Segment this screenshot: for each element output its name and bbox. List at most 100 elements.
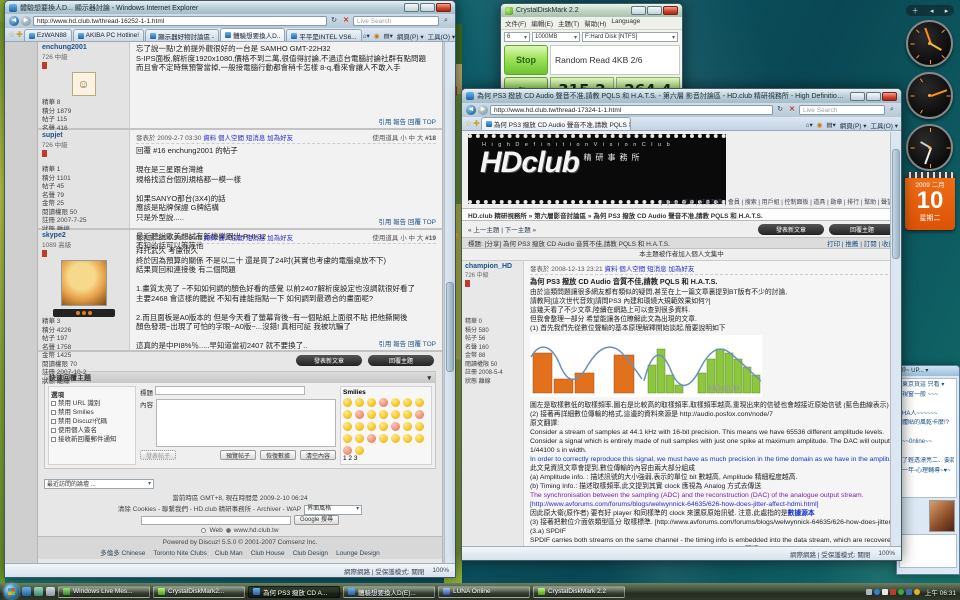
bg-scrollbar[interactable] [444, 42, 455, 563]
smiley-icon[interactable]: ☺ [379, 434, 388, 443]
smiley-icon[interactable]: ☺ [403, 398, 412, 407]
menu-item[interactable]: Language [611, 18, 640, 28]
username[interactable]: supjet [42, 132, 125, 139]
smiley-icon[interactable]: ☺ [403, 410, 412, 419]
post-actions[interactable]: 引用 報告 回覆 TOP [378, 216, 436, 226]
option-checkbox[interactable]: 禁用 Discuz!代碼 [51, 417, 133, 426]
clear-button[interactable]: 清空內容 [299, 450, 336, 460]
stop-icon[interactable]: ✕ [787, 105, 797, 115]
post-links[interactable]: 資料 個人空間 短消息 加為好友 [604, 266, 694, 273]
hdclub-logo[interactable]: H i g h D e f i n i t i o n V i s i o n … [468, 134, 726, 204]
smiley-icon[interactable]: ☺ [415, 434, 424, 443]
bg-titlebar[interactable]: 體驗想要換人D... 顯示器討論 - Windows Internet Expl… [5, 1, 455, 14]
calendar-gadget[interactable]: 2009 二月 10 星期二 [905, 172, 955, 230]
taskbar-button-ie-foreground[interactable]: 為何 PS3 撥放 CD A... [248, 585, 340, 598]
smiley-icon[interactable]: ☺ [415, 398, 424, 407]
taskbar-button-ie-background[interactable]: 體驗想要換人D(E)... [343, 585, 435, 598]
tab-5[interactable]: 平平是INTEL VS6... [286, 29, 362, 41]
refresh-icon[interactable]: ↻ [775, 105, 785, 115]
breadcrumb[interactable]: HD.club 精研視務所 » 第六層影音討論區 » 為何 PS3 撥放 CD … [462, 208, 901, 221]
username[interactable]: champion_HD [465, 263, 520, 270]
maximize-button[interactable] [420, 3, 435, 12]
page-menu[interactable]: 網頁(P) ▾ [840, 120, 867, 130]
feeds-icon[interactable]: ◉ [817, 121, 823, 129]
radio-web[interactable] [201, 528, 207, 533]
smiley-icon[interactable]: ☺ [343, 410, 352, 419]
page-menu[interactable]: 網頁(P) ▾ [397, 31, 424, 41]
maximize-button[interactable] [866, 91, 881, 101]
smiley-icon[interactable]: ☺ [415, 410, 424, 419]
quicklaunch-desktop-icon[interactable] [34, 587, 43, 596]
smiley-icon[interactable]: ☺ [355, 434, 364, 443]
tray-icon[interactable] [889, 588, 896, 595]
footer-nav-link[interactable]: Club House [251, 550, 285, 557]
tools-menu[interactable]: 工具(O) ▾ [871, 120, 898, 130]
footer-nav-link[interactable]: Toronto Nite Clubs [153, 550, 206, 557]
smiley-icon[interactable]: ☺ [367, 422, 376, 431]
menu-item[interactable]: 主題(T) [558, 18, 579, 28]
tray-icon[interactable] [881, 588, 888, 595]
start-button[interactable] [4, 584, 19, 599]
sidebar-gadget-controls[interactable]: ＋ ◂ ▸ [906, 5, 954, 16]
new-post-button[interactable]: 發表新文章 [758, 223, 824, 235]
post-tools[interactable]: 使用道具 小 中 大 [372, 135, 423, 142]
option-checkbox[interactable]: 接收新回覆郵件通知 [51, 435, 133, 444]
footer-links[interactable]: 清除 Cookies - 聯繫我們 - HD.club 精研事務所 - Arch… [118, 504, 301, 515]
taskbar-clock[interactable]: 上午 06:31 [925, 587, 956, 597]
messenger-header[interactable]: 帥~ UP... ▾ [897, 366, 959, 376]
clock-gadget[interactable] [906, 124, 953, 171]
bg-search-input[interactable]: Live Search [353, 16, 439, 26]
post-links[interactable]: 資料 個人空間 短消息 加為好友 [203, 235, 293, 242]
smiley-icon[interactable]: ☺ [343, 398, 352, 407]
drive-select[interactable]: F:Hard Disk [NTFS] ▾ [582, 32, 678, 42]
smiley-icon[interactable]: ☺ [367, 410, 376, 419]
minimize-button[interactable] [404, 3, 419, 12]
smiley-icon[interactable]: ☺ [391, 410, 400, 419]
close-button[interactable] [436, 3, 451, 12]
tab-2[interactable]: AKIBA PC Hotline! [72, 29, 145, 41]
messenger-photo-thumbnail[interactable] [929, 500, 955, 532]
add-favorite-icon[interactable]: ✚ [473, 118, 480, 130]
option-checkbox[interactable]: 禁用 Smilies [51, 408, 133, 417]
smiley-icon[interactable]: ☺ [355, 422, 364, 431]
smiley-icon[interactable]: ☺ [403, 422, 412, 431]
bg-url-field[interactable]: http://www.hd.club.tw/thread-16252-1-1.h… [33, 16, 327, 26]
favorites-star-icon[interactable]: ☆ [8, 29, 15, 41]
feeds-icon[interactable]: ◉ [374, 32, 380, 40]
new-post-button[interactable]: 發表新文章 [296, 355, 362, 366]
forum-jump-select[interactable]: 最近訪問的論壇 ... ▾ [44, 478, 154, 489]
post-button[interactable]: 發表帖子 [140, 450, 177, 460]
test-count-select[interactable]: 6 ▾ [504, 32, 530, 42]
meter-gadget[interactable] [906, 72, 953, 119]
smiley-icon[interactable]: ☺ [403, 434, 412, 443]
menu-item[interactable]: 幫助(H) [584, 18, 606, 28]
print-icon[interactable]: ▤▾ [826, 121, 835, 129]
username[interactable]: skype2 [42, 232, 125, 239]
stop-all-button[interactable]: Stop [504, 45, 548, 75]
smiley-icon[interactable]: ☺ [379, 410, 388, 419]
tray-icon[interactable] [873, 588, 880, 595]
restore-button[interactable]: 恢復數據 [259, 450, 296, 460]
reply-title-input[interactable] [154, 386, 305, 395]
tools-menu[interactable]: 工具(O) ▾ [428, 31, 455, 41]
google-search-button[interactable]: Google 搜尋 [293, 515, 339, 525]
close-button[interactable] [663, 6, 678, 15]
collapse-icon[interactable]: ▾ [427, 374, 431, 382]
search-magnifier-icon[interactable]: ⌕ [441, 16, 451, 26]
smiley-icon[interactable]: ☺ [343, 446, 352, 455]
taskbar-button-messenger[interactable]: Windows Live Mes... [58, 585, 150, 598]
favorites-star-icon[interactable]: ☆ [465, 118, 472, 130]
tray-icon[interactable] [905, 588, 912, 595]
smiley-icon[interactable]: ☺ [415, 422, 424, 431]
style-select[interactable]: 界面風格 ▾ [304, 504, 363, 515]
print-icon[interactable]: ▤▾ [383, 32, 392, 40]
smiley-icon[interactable]: ☺ [391, 422, 400, 431]
footer-nav-link[interactable]: 多倫多 Chinese [100, 550, 145, 557]
radio-site[interactable] [225, 528, 231, 533]
fg-url-field[interactable]: http://www.hd.club.tw/thread-17324-1-1.h… [490, 105, 773, 115]
tray-icon[interactable] [865, 588, 872, 595]
footer-nav-link[interactable]: Club Design [293, 550, 328, 557]
menu-item[interactable]: 編輯(E) [531, 18, 553, 28]
smiley-icon[interactable]: ☺ [343, 422, 352, 431]
add-favorite-icon[interactable]: ✚ [16, 29, 23, 41]
